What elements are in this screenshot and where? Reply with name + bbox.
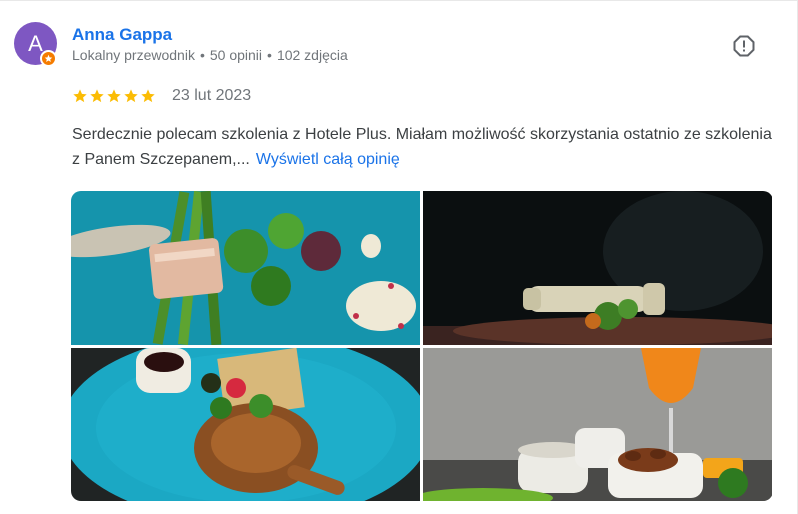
review-photo[interactable] xyxy=(423,348,772,501)
review-photo-grid xyxy=(71,191,773,501)
meta-separator: • xyxy=(199,47,205,63)
review-date: 23 lut 2023 xyxy=(172,87,252,104)
star-icon xyxy=(141,89,155,103)
reviewer-review-count: 50 opinii xyxy=(209,47,263,63)
star-icon xyxy=(124,89,138,103)
reviewer-level: Lokalny przewodnik xyxy=(72,47,195,63)
review-photo[interactable] xyxy=(423,191,772,345)
photo-dark-dish-image xyxy=(423,191,772,345)
photo-salad-image xyxy=(71,191,420,345)
review-photo[interactable] xyxy=(71,191,420,345)
rating-row: 23 lut 2023 xyxy=(72,87,251,105)
photo-duck-image xyxy=(71,348,420,501)
star-icon xyxy=(73,89,87,103)
reviewer-photo-count: 102 zdjęcia xyxy=(276,47,348,63)
show-full-review-link[interactable]: Wyświetl całą opinię xyxy=(256,151,400,168)
local-guide-badge-icon xyxy=(40,50,57,67)
star-icon xyxy=(90,89,104,103)
reviewer-meta: Lokalny przewodnik • 50 opinii • 102 zdj… xyxy=(72,47,348,63)
reviewer-name[interactable]: Anna Gappa xyxy=(72,25,172,45)
photo-breakfast-image xyxy=(423,348,772,501)
report-flag-icon[interactable] xyxy=(732,34,756,58)
review-photo[interactable] xyxy=(71,348,420,501)
review-text-block: Serdecznie polecam szkolenia z Hotele Pl… xyxy=(72,122,772,172)
star-rating xyxy=(72,88,156,104)
star-icon xyxy=(107,89,121,103)
review-card: A Anna Gappa Lokalny przewodnik • 50 opi… xyxy=(0,0,798,514)
review-text: Serdecznie polecam szkolenia z Hotele Pl… xyxy=(72,126,772,168)
meta-separator: • xyxy=(267,47,272,63)
